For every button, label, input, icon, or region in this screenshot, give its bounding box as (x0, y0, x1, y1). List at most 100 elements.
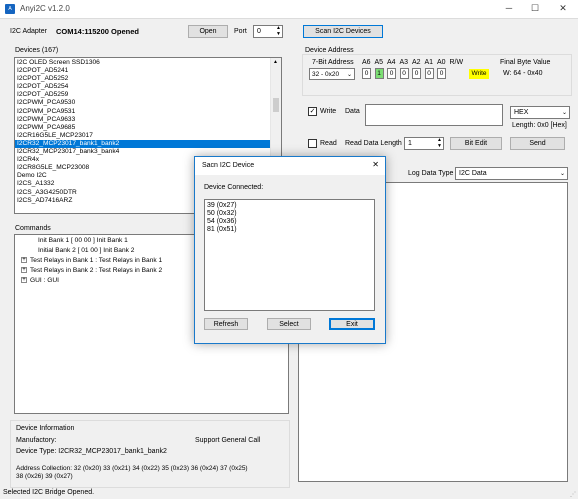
address-bit-box[interactable]: 0 (362, 68, 371, 79)
address-bit-box[interactable]: 0 (437, 68, 446, 79)
connected-device-item[interactable]: 54 (0x36) (207, 218, 237, 226)
window-title: Anyi2C v1.2.0 (20, 4, 70, 13)
device-address-label: Device Address (305, 47, 354, 54)
log-type-select[interactable]: I2C Data ⌄ (455, 167, 568, 180)
final-byte-label: Final Byte Value (500, 59, 551, 66)
manufactory-label: Manufactory: (16, 437, 57, 444)
format-value: HEX (514, 109, 529, 116)
command-label: Init Bank 1 [ 00 00 ] Init Bank 1 (38, 237, 128, 244)
write-checkbox[interactable]: ✓ (308, 107, 317, 116)
format-select[interactable]: HEX ⌄ (510, 106, 570, 119)
seven-bit-select[interactable]: 32 - 0x20 ⌄ (309, 68, 355, 80)
command-item[interactable]: Init Bank 1 [ 00 00 ] Init Bank 1 (21, 236, 162, 246)
command-item[interactable]: + Test Relays in Bank 2 : Test Relays in … (21, 266, 162, 276)
write-label: Write (320, 108, 337, 115)
write-data-input[interactable] (365, 104, 503, 126)
address-bit-box[interactable]: 0 (399, 68, 409, 79)
send-button[interactable]: Send (510, 137, 565, 150)
log-type-value: I2C Data (459, 170, 487, 177)
bit-label: A3 (399, 59, 409, 66)
expand-icon[interactable]: + (21, 267, 27, 274)
scroll-up-icon[interactable]: ▲ (273, 59, 278, 65)
adapter-label: I2C Adapter (10, 28, 47, 35)
chevron-down-icon: ⌄ (561, 110, 567, 116)
scan-devices-button[interactable]: Scan I2C Devices (303, 25, 383, 38)
device-list-item[interactable]: I2CR32_MCP23017_bank3_bank4 (15, 148, 272, 156)
device-list-item[interactable]: I2CPWM_PCA9633 (15, 116, 272, 124)
device-list-item[interactable]: I2CR16G5LE_MCP23017 (15, 132, 272, 140)
adapter-status: COM14:115200 Opened (56, 27, 139, 36)
commands-label: Commands (15, 225, 51, 232)
device-list-item[interactable]: I2CPOT_AD5254 (15, 83, 272, 91)
select-button[interactable]: Select (267, 318, 311, 330)
resize-grip-icon[interactable]: ⋰ (570, 491, 576, 498)
maximize-button[interactable]: ☐ (522, 0, 548, 18)
bit-label: A5 (374, 59, 384, 66)
address-collection-more: 38 (0x26) 39 (0x27) (16, 473, 73, 480)
seven-bit-label: 7-Bit Address (312, 59, 354, 66)
write-indicator: Write (469, 69, 489, 79)
command-label: Test Relays in Bank 1 : Test Relays in B… (30, 257, 163, 264)
bit-label: A4 (387, 59, 396, 66)
device-info-label: Device Information (16, 425, 75, 432)
status-bar-text: Selected I2C Bridge Opened. (3, 489, 95, 496)
connected-devices-list[interactable]: 39 (0x27) 50 (0x32) 54 (0x36) 81 (0x51) (204, 199, 375, 311)
read-length-spinner[interactable]: 1 ▲ ▼ (404, 137, 444, 150)
read-length-value: 1 (408, 140, 412, 147)
bit-label: A6 (362, 59, 371, 66)
open-button[interactable]: Open (188, 25, 228, 38)
command-item[interactable]: + GUI : GUI (21, 276, 162, 286)
final-byte-value: W: 64 - 0x40 (503, 70, 543, 77)
expand-icon[interactable]: + (21, 277, 27, 284)
general-call-label: Support General Call (195, 437, 261, 444)
address-bit-box[interactable]: 0 (387, 68, 396, 79)
close-button[interactable]: ✕ (550, 0, 576, 18)
bit-edit-button[interactable]: Bit Edit (450, 137, 502, 150)
device-info-group: Device Information Manufactory: Support … (10, 420, 290, 488)
chevron-down-icon: ⌄ (559, 171, 565, 177)
refresh-button[interactable]: Refresh (204, 318, 248, 330)
exit-button[interactable]: Exit (329, 318, 375, 330)
connected-device-item[interactable]: 81 (0x51) (207, 226, 237, 234)
port-value: 0 (257, 28, 261, 35)
connected-device-item[interactable]: 50 (0x32) (207, 210, 237, 218)
log-type-label: Log Data Type (408, 170, 454, 177)
scroll-thumb[interactable] (273, 98, 279, 112)
port-spinner[interactable]: 0 ▲ ▼ (253, 25, 283, 38)
spinner-arrows-icon[interactable]: ▲ ▼ (276, 25, 281, 37)
command-label: GUI : GUI (30, 277, 59, 284)
devices-label: Devices (167) (15, 47, 59, 54)
command-item[interactable]: + Test Relays in Bank 1 : Test Relays in … (21, 256, 162, 266)
seven-bit-value: 32 - 0x20 (312, 71, 340, 78)
port-label: Port (234, 28, 247, 35)
bit-label: A0 (437, 59, 446, 66)
device-list-item[interactable]: I2CPOT_AD5241 (15, 67, 272, 75)
device-list-item[interactable]: I2CPWM_PCA9530 (15, 99, 272, 107)
address-bit-box[interactable]: 1 (374, 68, 384, 79)
device-list-item[interactable]: I2CR32_MCP23017_bank1_bank2 (15, 139, 272, 149)
address-bit-box[interactable]: 0 (412, 68, 421, 79)
spinner-arrows-icon[interactable]: ▲ ▼ (437, 137, 442, 149)
connected-device-item[interactable]: 39 (0x27) (207, 202, 237, 210)
device-list-item[interactable]: I2CPOT_AD5259 (15, 91, 272, 99)
device-list-item[interactable]: I2CPWM_PCA9531 (15, 108, 272, 116)
command-item[interactable]: Initial Bank 2 [ 01 00 ] Init Bank 2 (21, 246, 162, 256)
dialog-title-bar: Sacn I2C Device ✕ (195, 157, 385, 175)
address-collection-text: Address Collection: 32 (0x20) 33 (0x21) … (16, 465, 248, 472)
app-icon: A (5, 4, 15, 14)
device-list-item[interactable]: I2CPOT_AD5252 (15, 75, 272, 83)
expand-icon[interactable]: + (21, 257, 27, 264)
read-checkbox[interactable] (308, 139, 317, 148)
bit-label: A2 (412, 59, 421, 66)
minimize-button[interactable]: ─ (496, 0, 522, 18)
dialog-title: Sacn I2C Device (202, 162, 255, 169)
device-list-item[interactable]: I2C OLED Screen SSD1306 (15, 59, 272, 67)
bit-label: A1 (424, 59, 434, 66)
dialog-close-icon[interactable]: ✕ (372, 160, 379, 169)
address-bit-box[interactable]: 0 (424, 68, 434, 79)
device-connected-label: Device Connected: (204, 184, 264, 191)
device-list-item[interactable]: I2CPWM_PCA9685 (15, 124, 272, 132)
data-label: Data (345, 108, 360, 115)
